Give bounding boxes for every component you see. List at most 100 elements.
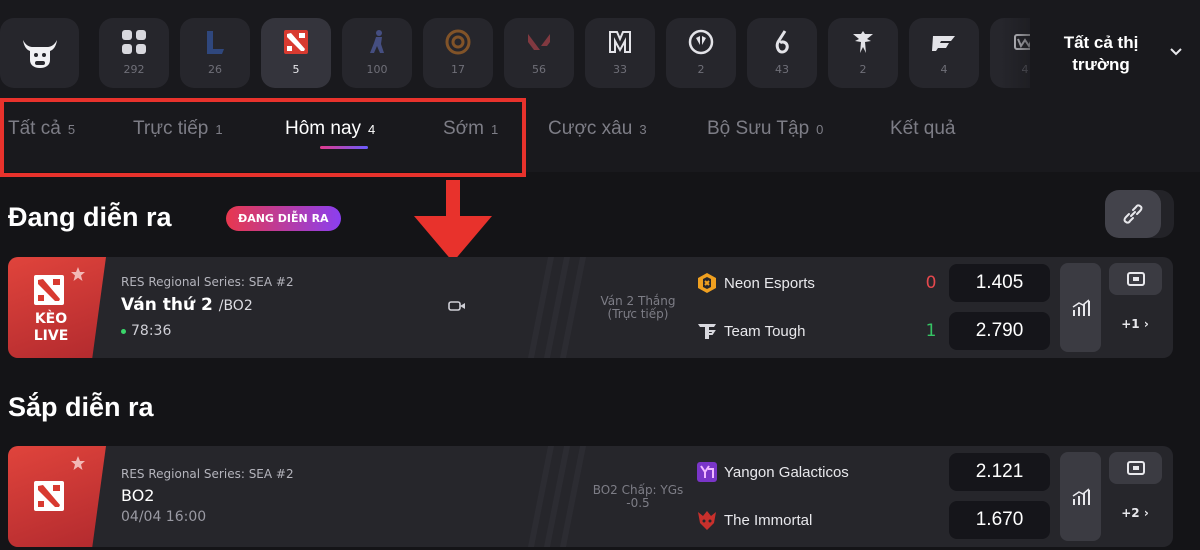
market-name: BO2 Chấp: YGs — [592, 483, 684, 497]
game-count: 2 — [697, 63, 705, 76]
game-count: 4 — [940, 63, 948, 76]
annotation-highlight-box — [0, 98, 526, 177]
team-name: Neon Esports — [724, 274, 815, 292]
mobile-legends-icon — [607, 29, 633, 55]
market-note: (Trực tiếp) — [607, 307, 669, 321]
live-status-badge: ĐANG DIỄN RA — [226, 206, 341, 231]
game-tile-kog[interactable]: 17 — [423, 18, 493, 88]
rainbow-six-icon — [769, 29, 795, 55]
game-tile-valorant[interactable]: 56 — [504, 18, 574, 88]
game-tile-crossfire[interactable]: 4 — [909, 18, 979, 88]
favorite-star-icon[interactable] — [70, 266, 86, 282]
odds-button[interactable]: 1.405 — [949, 264, 1050, 302]
copy-link-button[interactable] — [1105, 190, 1161, 238]
match-time: 78:36 — [131, 323, 172, 339]
league-name: RES Regional Series: SEA #2 — [121, 275, 294, 289]
odds-button[interactable]: 1.670 — [949, 501, 1050, 539]
stream-button[interactable] — [1109, 452, 1162, 484]
market-filter-dropdown[interactable]: Tất cả thị trường — [1030, 18, 1200, 88]
match-format: /BO2 — [218, 298, 253, 314]
market-filter-label: Tất cả thị trường — [1063, 33, 1139, 74]
match-card-upcoming[interactable]: RES Regional Series: SEA #2 BO2 04/04 16… — [8, 446, 1173, 547]
team-name: Team Tough — [724, 322, 806, 340]
league-name: RES Regional Series: SEA #2 — [121, 467, 294, 481]
overwatch-icon — [688, 29, 714, 55]
match-card-live[interactable]: KÈO LIVE RES Regional Series: SEA #2 Ván … — [8, 257, 1173, 358]
chevron-down-icon — [1170, 48, 1182, 56]
favorite-star-icon[interactable] — [70, 455, 86, 471]
tv-icon — [1126, 461, 1145, 475]
game-tile-mlbb[interactable]: 33 — [585, 18, 655, 88]
game-count: 56 — [532, 63, 546, 76]
game-count: 100 — [366, 63, 388, 76]
team-tough-logo-icon — [698, 324, 716, 339]
crossfire-icon — [931, 29, 957, 55]
bar-chart-icon — [1072, 298, 1090, 316]
market-name: Ván 2 Thắng — [600, 294, 676, 308]
brand-logo[interactable] — [0, 18, 79, 88]
match-time: 04/04 16:00 — [121, 509, 207, 525]
bull-logo-icon — [22, 40, 57, 68]
tab-label: Cược xâu — [548, 118, 633, 139]
tab-count: 3 — [639, 122, 647, 137]
team-row: Neon Esports — [696, 271, 815, 295]
game-category-bar: 292 26 5 100 17 56 33 2 43 2 4 Tất cả th… — [0, 0, 1200, 104]
stats-button[interactable] — [1060, 452, 1101, 541]
dota2-icon — [34, 275, 64, 305]
game-tile-starcraft[interactable]: 2 — [828, 18, 898, 88]
counter-strike-icon — [364, 29, 390, 55]
dota2-icon — [34, 481, 64, 511]
game-tile-overwatch[interactable]: 2 — [666, 18, 736, 88]
team-row: The Immortal — [696, 508, 812, 532]
game-badge — [8, 446, 106, 547]
team-row: Yangon Galacticos — [696, 460, 849, 484]
game-tile-r6[interactable]: 43 — [747, 18, 817, 88]
grid-icon — [121, 29, 147, 55]
odds-button[interactable]: 2.121 — [949, 453, 1050, 491]
game-count: 2 — [859, 63, 867, 76]
bar-chart-icon — [1072, 487, 1090, 505]
game-count: 17 — [451, 63, 465, 76]
match-title: BO2 — [121, 486, 155, 505]
live-dot-icon — [121, 328, 126, 334]
match-round: Ván thứ 2 — [121, 295, 213, 315]
match-clock: 78:36 — [121, 323, 171, 339]
game-count: 5 — [292, 63, 300, 76]
more-markets-link[interactable]: +1 › — [1108, 317, 1162, 331]
stream-button[interactable] — [1109, 263, 1162, 295]
neon-esports-logo-icon — [698, 273, 716, 293]
yangon-galacticos-logo-icon — [697, 462, 717, 482]
stats-button[interactable] — [1060, 263, 1101, 352]
tab-count: 0 — [816, 122, 824, 137]
team-name: The Immortal — [724, 511, 813, 529]
valorant-icon — [526, 29, 552, 55]
game-count: 33 — [613, 63, 627, 76]
market-description: BO2 Chấp: YGs -0.5 — [568, 484, 708, 510]
dota2-icon — [283, 29, 309, 55]
video-stream-icon[interactable] — [448, 299, 466, 313]
tab-parlay[interactable]: Cược xâu 3 — [548, 118, 647, 148]
king-of-glory-icon — [445, 29, 471, 55]
market-description: Ván 2 Thắng (Trực tiếp) — [568, 295, 708, 321]
odds-button[interactable]: 2.790 — [949, 312, 1050, 350]
more-markets-link[interactable]: +2 › — [1108, 506, 1162, 520]
game-tile-cs[interactable]: 100 — [342, 18, 412, 88]
starcraft-icon — [850, 29, 876, 55]
game-tile-all[interactable]: 292 — [99, 18, 169, 88]
game-tile-lol[interactable]: 26 — [180, 18, 250, 88]
game-tile-dota2[interactable]: 5 — [261, 18, 331, 88]
league-of-legends-icon — [202, 29, 228, 55]
the-immortal-logo-icon — [698, 511, 716, 530]
team-name: Yangon Galacticos — [724, 463, 849, 481]
team-score: 1 — [925, 321, 937, 341]
team-score: 0 — [925, 273, 937, 293]
team-row: Team Tough — [696, 319, 805, 343]
annotation-arrow-down-icon — [414, 180, 492, 262]
section-title-upcoming: Sắp diễn ra — [8, 392, 154, 422]
tab-label: Bộ Sưu Tập — [707, 118, 810, 139]
link-icon — [1123, 204, 1143, 224]
tab-results[interactable]: Kết quả — [890, 118, 956, 148]
tv-icon — [1126, 272, 1145, 286]
tab-collection[interactable]: Bộ Sưu Tập 0 — [707, 118, 823, 148]
tab-label: Kết quả — [890, 118, 956, 139]
